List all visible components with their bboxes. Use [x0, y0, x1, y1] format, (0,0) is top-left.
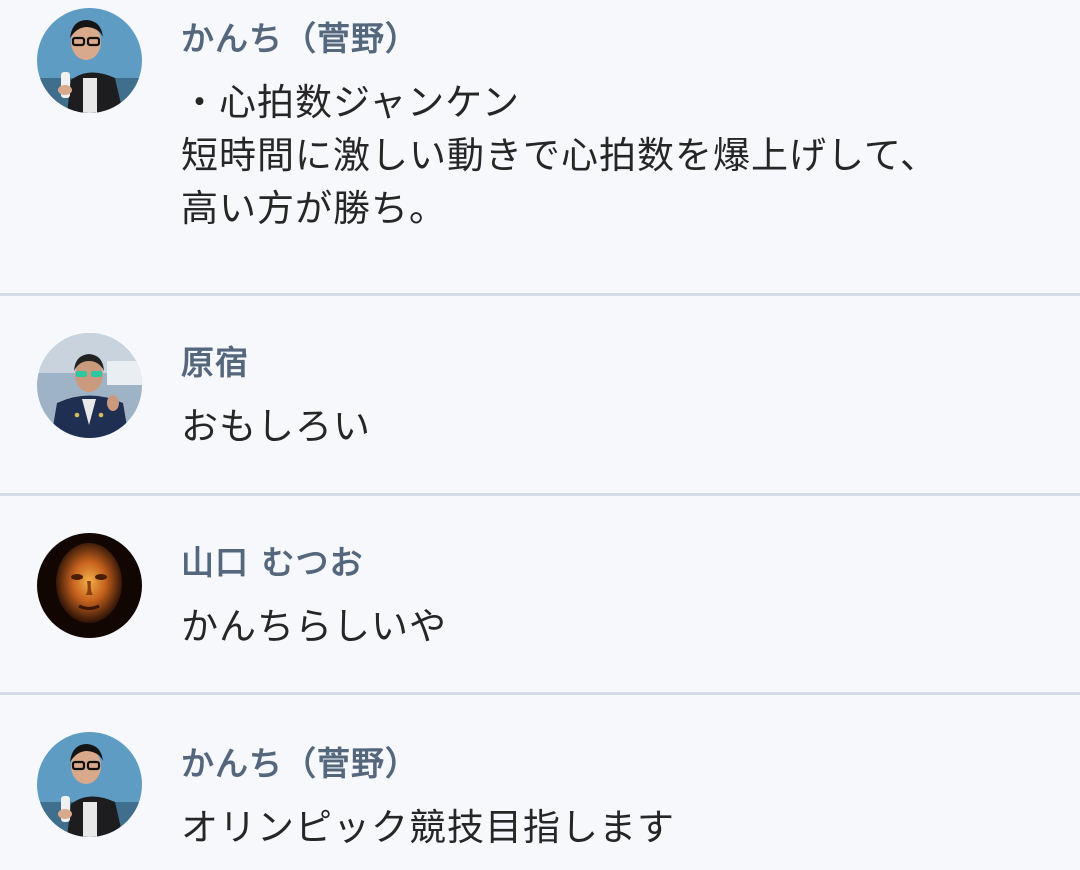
comment-text: オリンピック競技目指します: [181, 801, 675, 854]
avatar-image: [37, 8, 142, 113]
comment-item: かんち（菅野） オリンピック競技目指します: [0, 695, 1080, 870]
avatar[interactable]: [37, 533, 142, 638]
avatar-image: [37, 333, 142, 438]
comment-author[interactable]: 山口 むつお: [181, 536, 364, 584]
comment-author[interactable]: 原宿: [181, 336, 249, 384]
avatar[interactable]: [37, 333, 142, 438]
avatar[interactable]: [37, 8, 142, 113]
comment-thread: かんち（菅野） ・心拍数ジャンケン 短時間に激しい動きで心拍数を爆上げして、 高…: [0, 0, 1080, 870]
comment-text-line: かんちらしいや: [181, 605, 447, 648]
comment-item: 原宿 おもしろい: [0, 296, 1080, 493]
comment-author[interactable]: かんち（菅野）: [181, 12, 419, 60]
comment-item: かんち（菅野） ・心拍数ジャンケン 短時間に激しい動きで心拍数を爆上げして、 高…: [0, 0, 1080, 293]
comment-text-line: ・心拍数ジャンケン: [181, 81, 521, 124]
comment-text-line: オリンピック競技目指します: [181, 806, 675, 849]
comment-text-line: おもしろい: [181, 405, 371, 448]
comment-text: おもしろい: [181, 400, 371, 453]
comment-text: ・心拍数ジャンケン 短時間に激しい動きで心拍数を爆上げして、 高い方が勝ち。: [181, 76, 938, 235]
comment-item: 山口 むつお かんちらしいや: [0, 496, 1080, 692]
avatar-image: [37, 533, 142, 638]
comment-author[interactable]: かんち（菅野）: [181, 737, 419, 785]
avatar[interactable]: [37, 732, 142, 837]
comment-text: かんちらしいや: [181, 600, 447, 653]
comment-text-line: 短時間に激しい動きで心拍数を爆上げして、: [181, 134, 939, 177]
comment-text-line: 高い方が勝ち。: [181, 187, 447, 230]
avatar-image: [37, 732, 142, 837]
